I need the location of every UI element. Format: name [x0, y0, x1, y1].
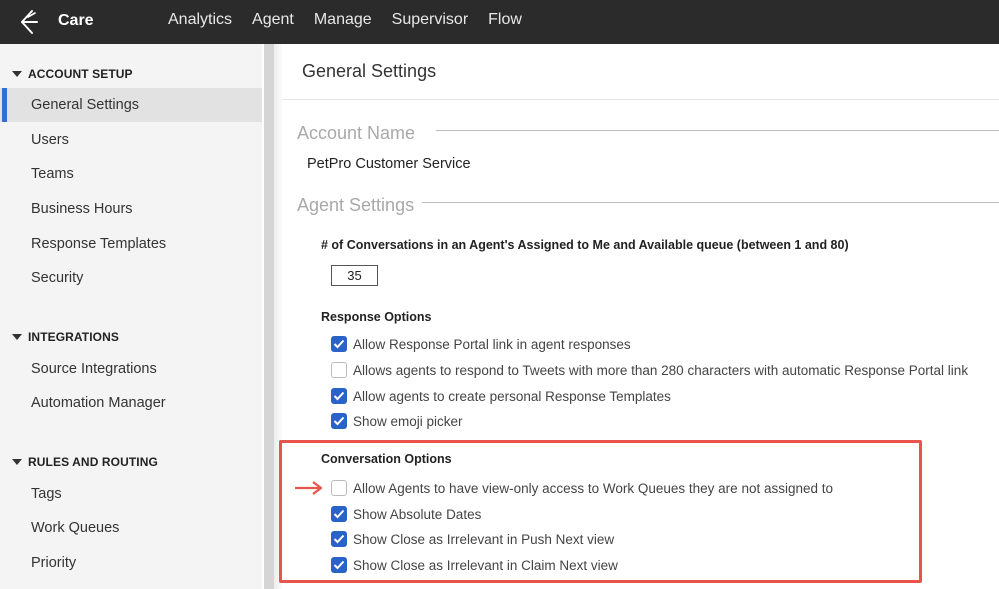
checkbox-checked[interactable] — [331, 336, 347, 352]
option-label: Show Close as Irrelevant in Push Next vi… — [353, 531, 615, 547]
sidebar-item-automation-manager[interactable]: Automation Manager — [0, 386, 262, 420]
account-name-legend: Account Name — [297, 123, 416, 143]
option-emoji-picker[interactable]: Show emoji picker — [331, 413, 463, 429]
queue-size-label: # of Conversations in an Agent's Assigne… — [321, 238, 849, 252]
brand-name[interactable]: Care — [58, 12, 94, 30]
sidebar-scrollbar[interactable] — [264, 44, 274, 589]
checkbox-checked[interactable] — [331, 531, 347, 547]
section-rules-and-routing[interactable]: RULES AND ROUTING — [12, 455, 158, 469]
check-icon — [333, 391, 345, 401]
caret-down-icon — [12, 334, 22, 340]
nav-supervisor[interactable]: Supervisor — [392, 11, 468, 29]
top-navigation-bar: Care Analytics Agent Manage Supervisor F… — [0, 0, 999, 44]
sidebar-item-work-queues[interactable]: Work Queues — [0, 511, 262, 545]
option-close-irrelevant-push-next[interactable]: Show Close as Irrelevant in Push Next vi… — [331, 531, 614, 547]
option-label: Show Close as Irrelevant in Claim Next v… — [353, 557, 618, 573]
option-label: Show Absolute Dates — [353, 506, 482, 522]
checkbox-checked[interactable] — [331, 388, 347, 404]
divider — [436, 130, 999, 131]
sidebar-item-security[interactable]: Security — [0, 261, 262, 295]
check-icon — [333, 339, 345, 349]
agent-settings-legend: Agent Settings — [297, 195, 415, 215]
option-label: Show emoji picker — [353, 413, 463, 429]
nav-agent[interactable]: Agent — [252, 11, 294, 29]
checkbox-unchecked[interactable] — [331, 362, 347, 378]
check-icon — [333, 560, 345, 570]
check-icon — [333, 416, 345, 426]
conversation-options-label: Conversation Options — [321, 452, 452, 466]
option-view-only-work-queues[interactable]: Allow Agents to have view-only access to… — [331, 480, 833, 496]
nav-flow[interactable]: Flow — [488, 11, 522, 29]
option-close-irrelevant-claim-next[interactable]: Show Close as Irrelevant in Claim Next v… — [331, 557, 618, 573]
sidebar-item-users[interactable]: Users — [0, 123, 262, 157]
queue-size-input[interactable] — [331, 265, 378, 286]
red-arrow-icon — [295, 481, 323, 495]
caret-down-icon — [12, 459, 22, 465]
option-label: Allow Response Portal link in agent resp… — [353, 336, 631, 352]
main-nav: Analytics Agent Manage Supervisor Flow — [168, 11, 522, 29]
sidebar-item-business-hours[interactable]: Business Hours — [0, 192, 262, 226]
checkbox-checked[interactable] — [331, 506, 347, 522]
response-options-label: Response Options — [321, 310, 432, 324]
page-title: General Settings — [302, 61, 437, 81]
sidebar-item-source-integrations[interactable]: Source Integrations — [0, 352, 262, 386]
option-label: Allows agents to respond to Tweets with … — [353, 362, 969, 378]
option-personal-templates[interactable]: Allow agents to create personal Response… — [331, 388, 671, 404]
section-title: ACCOUNT SETUP — [28, 67, 133, 81]
checkbox-checked[interactable] — [331, 413, 347, 429]
section-integrations[interactable]: INTEGRATIONS — [12, 330, 119, 344]
option-response-portal-link[interactable]: Allow Response Portal link in agent resp… — [331, 336, 631, 352]
checkbox-unchecked[interactable] — [331, 480, 347, 496]
sidebar-item-priority[interactable]: Priority — [0, 546, 262, 580]
sidebar-item-teams[interactable]: Teams — [0, 157, 262, 191]
sidebar-item-general-settings[interactable]: General Settings — [0, 88, 262, 122]
page-header: General Settings — [282, 44, 999, 100]
nav-analytics[interactable]: Analytics — [168, 11, 232, 29]
check-icon — [333, 534, 345, 544]
option-long-tweets-portal-link[interactable]: Allows agents to respond to Tweets with … — [331, 362, 968, 378]
option-absolute-dates[interactable]: Show Absolute Dates — [331, 506, 481, 522]
app-logo-icon[interactable] — [16, 9, 42, 35]
divider — [422, 202, 999, 203]
nav-manage[interactable]: Manage — [314, 11, 372, 29]
caret-down-icon — [12, 71, 22, 77]
check-icon — [333, 509, 345, 519]
option-label: Allow Agents to have view-only access to… — [353, 480, 834, 496]
section-title: INTEGRATIONS — [28, 330, 119, 344]
account-name-value: PetPro Customer Service — [307, 156, 471, 172]
checkbox-checked[interactable] — [331, 557, 347, 573]
section-title: RULES AND ROUTING — [28, 455, 158, 469]
option-label: Allow agents to create personal Response… — [353, 388, 671, 404]
sidebar-item-tags[interactable]: Tags — [0, 477, 262, 511]
sidebar-item-response-templates[interactable]: Response Templates — [0, 227, 262, 261]
section-account-setup[interactable]: ACCOUNT SETUP — [12, 67, 133, 81]
